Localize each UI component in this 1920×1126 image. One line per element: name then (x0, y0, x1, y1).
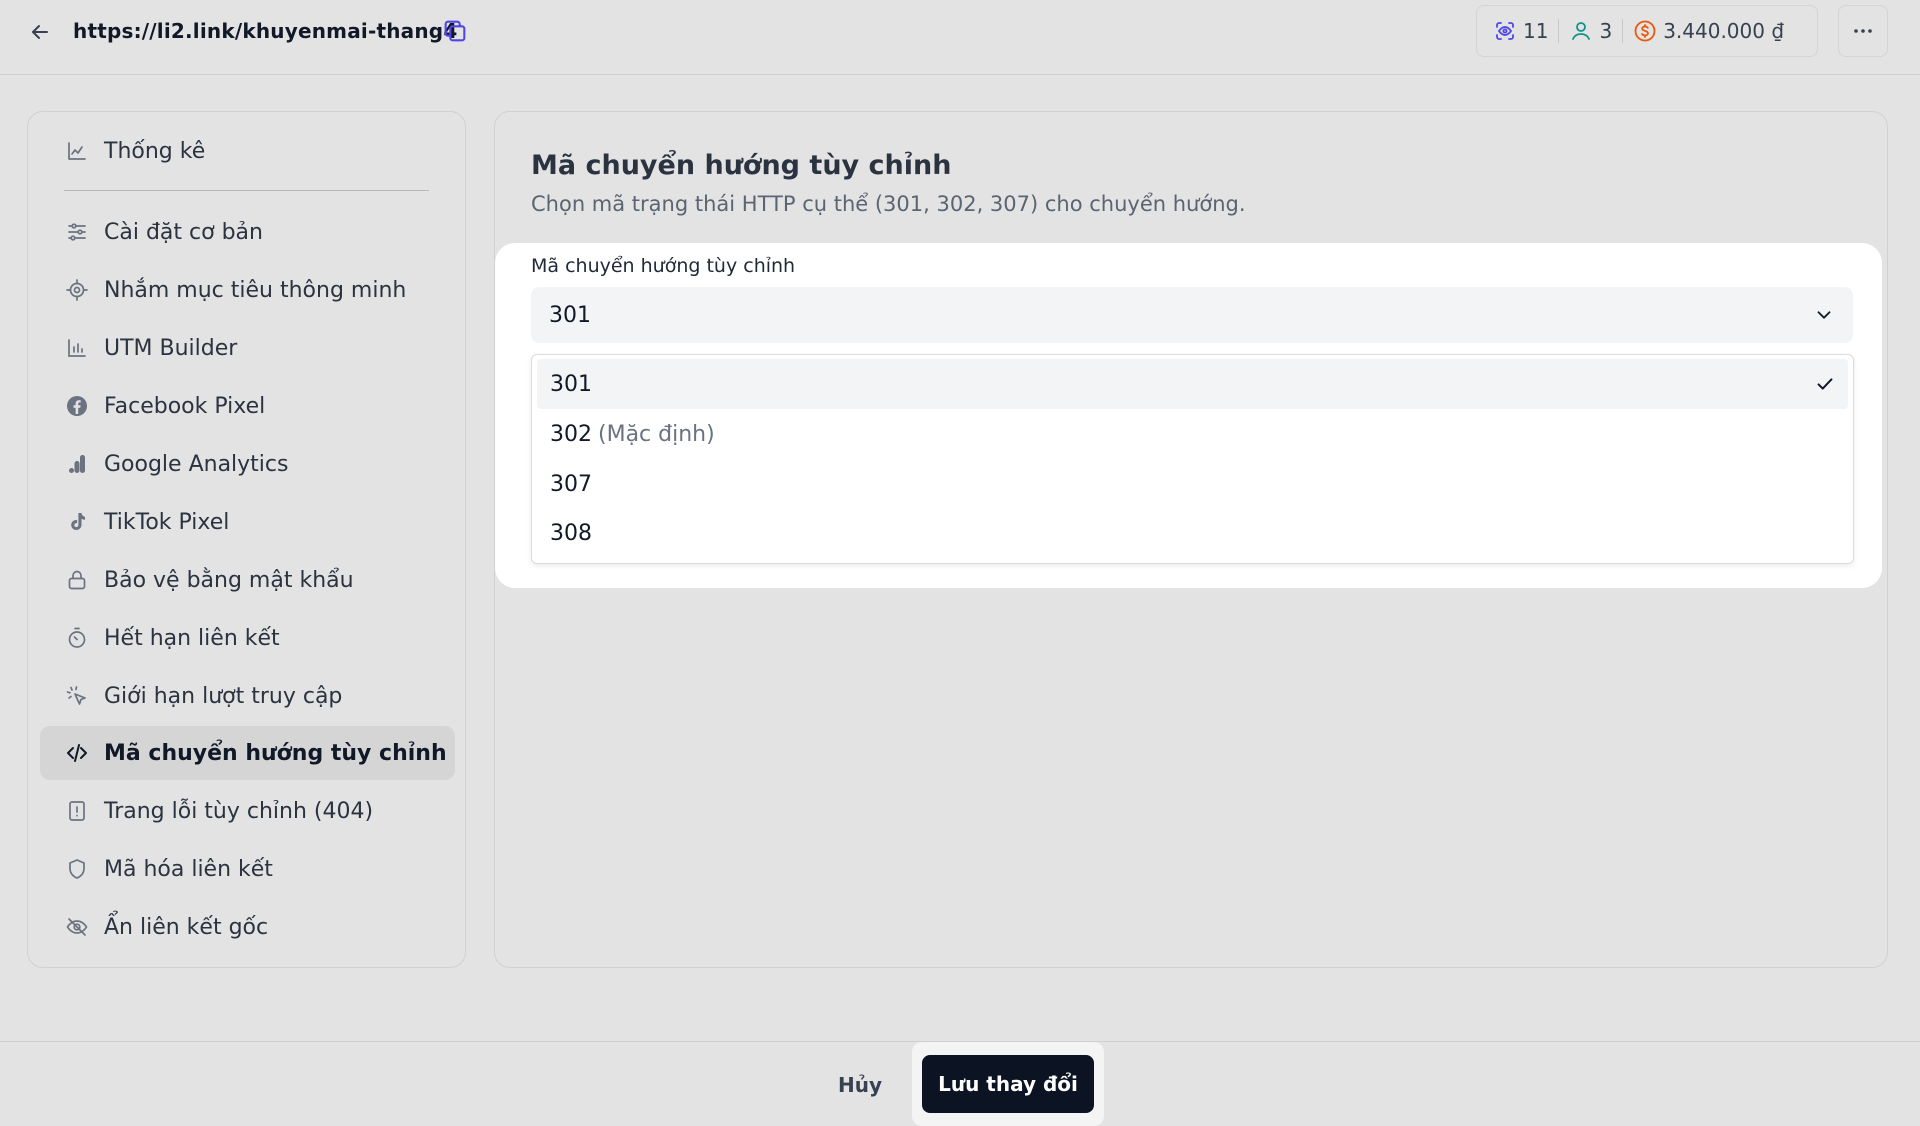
analytics-icon (64, 451, 90, 477)
users-stat[interactable]: 3 (1569, 19, 1612, 43)
views-stat[interactable]: 11 (1493, 19, 1548, 43)
sidebar-item-label: Trang lỗi tùy chỉnh (404) (104, 798, 374, 824)
sidebar-item-label: Ẩn liên kết gốc (104, 914, 269, 940)
link-url: https://li2.link/khuyenmai-thang4 (73, 19, 458, 43)
option-value: 307 (550, 471, 592, 497)
redirect-code-card: Mã chuyển hướng tùy chỉnh 301 301 302 (M… (495, 243, 1882, 588)
users-count: 3 (1599, 19, 1613, 43)
sidebar-item-link-encryption[interactable]: Mã hóa liên kết (40, 842, 455, 896)
settings-sidebar: Thống kê Cài đặt cơ bản Nhắm mục tiêu th… (27, 111, 466, 968)
revenue-stat[interactable]: 3.440.000 ₫ (1633, 19, 1784, 43)
option-value: 308 (550, 520, 592, 546)
option-308[interactable]: 308 (537, 508, 1848, 558)
divider (1622, 19, 1624, 43)
chart-icon (64, 138, 90, 164)
chevron-down-icon (1813, 304, 1835, 326)
sidebar-item-label: Facebook Pixel (104, 393, 266, 419)
tiktok-icon (64, 509, 90, 535)
sidebar-item-access-limit[interactable]: Giới hạn lượt truy cập (40, 669, 455, 723)
more-options-button[interactable] (1838, 5, 1888, 57)
user-icon (1572, 22, 1591, 40)
timer-icon (64, 625, 90, 651)
file-alert-icon (64, 798, 90, 824)
cancel-button[interactable]: Hủy (820, 1065, 900, 1105)
sidebar-item-google-analytics[interactable]: Google Analytics (40, 437, 455, 491)
page-description: Chọn mã trạng thái HTTP cụ thể (301, 302… (531, 192, 1246, 216)
sidebar-item-label: Thống kê (104, 138, 206, 164)
sidebar-item-facebook-pixel[interactable]: Facebook Pixel (40, 379, 455, 433)
target-icon (64, 277, 90, 303)
sidebar-item-password-protection[interactable]: Bảo vệ bằng mật khẩu (40, 553, 455, 607)
option-value: 302 (550, 421, 592, 447)
sidebar-item-label: TikTok Pixel (104, 509, 230, 535)
code-icon (64, 740, 90, 766)
sidebar-item-hide-original-link[interactable]: Ẩn liên kết gốc (40, 900, 455, 954)
sidebar-item-tiktok-pixel[interactable]: TikTok Pixel (40, 495, 455, 549)
redirect-code-label: Mã chuyển hướng tùy chỉnh (531, 255, 796, 277)
redirect-code-select[interactable]: 301 (531, 287, 1853, 343)
sidebar-item-label: UTM Builder (104, 335, 238, 361)
option-307[interactable]: 307 (537, 459, 1848, 509)
sidebar-item-label: Bảo vệ bằng mật khẩu (104, 567, 354, 593)
facebook-icon (64, 393, 90, 419)
copy-url-button[interactable] (438, 14, 472, 48)
sidebar-item-label: Mã hóa liên kết (104, 856, 273, 882)
sidebar-item-label: Mã chuyển hướng tùy chỉnh (104, 740, 447, 766)
check-icon (1814, 373, 1836, 395)
sidebar-item-custom-404-page[interactable]: Trang lỗi tùy chỉnh (404) (40, 784, 455, 838)
page-title: Mã chuyển hướng tùy chỉnh (531, 150, 952, 181)
top-bar: https://li2.link/khuyenmai-thang4 11 3 3… (0, 0, 1920, 75)
option-default-hint: (Mặc định) (598, 421, 715, 447)
redirect-code-options: 301 302 (Mặc định) 307 308 (531, 354, 1854, 564)
dollar-coin-icon (1634, 20, 1656, 42)
copy-icon (444, 20, 466, 42)
option-302[interactable]: 302 (Mặc định) (537, 409, 1848, 459)
eye-scan-icon (1496, 22, 1514, 40)
arrow-left-icon (32, 25, 48, 39)
redirect-code-panel: Mã chuyển hướng tùy chỉnh Chọn mã trạng … (494, 111, 1888, 968)
revenue-amount: 3.440.000 ₫ (1663, 19, 1785, 43)
select-value: 301 (549, 302, 591, 328)
sidebar-item-label: Google Analytics (104, 451, 289, 477)
sidebar-item-basic-settings[interactable]: Cài đặt cơ bản (40, 205, 455, 259)
divider (1558, 19, 1560, 43)
cursor-click-icon (64, 683, 90, 709)
lock-icon (64, 567, 90, 593)
option-value: 301 (550, 371, 592, 397)
sidebar-item-utm-builder[interactable]: UTM Builder (40, 321, 455, 375)
sidebar-item-link-expiration[interactable]: Hết hạn liên kết (40, 611, 455, 665)
bar-chart-icon (64, 335, 90, 361)
sidebar-item-label: Giới hạn lượt truy cập (104, 683, 343, 709)
eye-off-icon (64, 914, 90, 940)
sidebar-item-smart-targeting[interactable]: Nhắm mục tiêu thông minh (40, 263, 455, 317)
more-horizontal-icon (1854, 29, 1872, 33)
back-button[interactable] (22, 14, 58, 50)
link-stats: 11 3 3.440.000 ₫ (1476, 5, 1818, 57)
save-button-wrapper: Lưu thay đổi (912, 1042, 1104, 1126)
sidebar-item-statistics[interactable]: Thống kê (40, 124, 455, 178)
sliders-icon (64, 219, 90, 245)
action-footer: Hủy Lưu thay đổi (0, 1041, 1920, 1126)
sidebar-divider (64, 190, 429, 191)
option-301[interactable]: 301 (537, 359, 1848, 409)
views-count: 11 (1523, 19, 1549, 43)
save-button[interactable]: Lưu thay đổi (922, 1055, 1094, 1113)
sidebar-item-label: Nhắm mục tiêu thông minh (104, 277, 407, 303)
shield-icon (64, 856, 90, 882)
sidebar-item-label: Hết hạn liên kết (104, 625, 280, 651)
sidebar-item-custom-redirect-code[interactable]: Mã chuyển hướng tùy chỉnh (40, 726, 455, 780)
sidebar-item-label: Cài đặt cơ bản (104, 219, 263, 245)
